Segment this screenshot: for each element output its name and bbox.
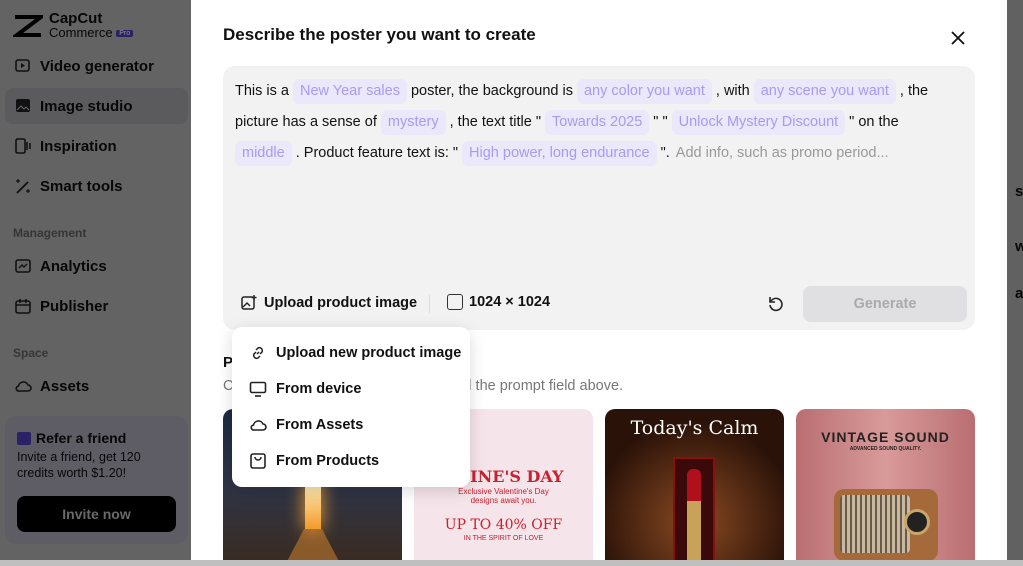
template-card[interactable]: Today's Calm xyxy=(605,409,784,560)
card-offer: UP TO 40% OFF xyxy=(444,517,563,533)
menu-item-from-products[interactable]: From Products xyxy=(249,452,379,470)
prompt-text-segment: " on the xyxy=(849,114,899,130)
sidebar: CapCut Commerce Pro Video generator Image… xyxy=(0,0,191,566)
radio-graphic xyxy=(834,489,938,560)
prompt-text-segment: " " xyxy=(653,114,668,130)
sidebar-item-label: Smart tools xyxy=(40,177,123,195)
upload-label: Upload product image xyxy=(264,295,418,311)
sidebar-item-label: Analytics xyxy=(40,257,107,275)
video-play-icon xyxy=(15,59,30,72)
lipstick-graphic xyxy=(673,457,715,560)
prompt-text-segment: , with xyxy=(715,83,750,99)
refresh-icon[interactable] xyxy=(767,295,785,313)
pro-badge: Pro xyxy=(116,30,134,38)
modal-title: Describe the poster you want to create xyxy=(223,25,536,44)
prompt-text-segment: , the text title " xyxy=(449,114,542,130)
capcut-commerce-logo[interactable]: CapCut Commerce Pro xyxy=(13,10,134,40)
sidebar-item-assets[interactable]: Assets xyxy=(5,368,188,404)
refer-title: Refer a friend xyxy=(36,430,127,446)
prompt-chip[interactable]: Unlock Mystery Discount xyxy=(671,110,846,135)
card-tag: IN THE SPIRIT OF LOVE xyxy=(463,535,544,542)
refer-text: Invite a friend, get 120 credits worth $… xyxy=(17,450,141,480)
card-subtext: ADVANCED SOUND QUALITY. xyxy=(849,446,922,452)
road-graphic xyxy=(283,529,343,560)
sidebar-item-publisher[interactable]: Publisher xyxy=(5,288,188,324)
background-text: s xyxy=(1015,183,1023,200)
gift-icon xyxy=(17,431,31,445)
divider xyxy=(429,295,430,313)
upload-dropdown-menu: Upload new product image From device Fro… xyxy=(232,327,470,487)
menu-item-label: From Assets xyxy=(276,417,364,433)
cloud-icon xyxy=(15,381,32,392)
prompt-text-segment: ". xyxy=(660,145,670,161)
card-heading: VINTAGE SOUND xyxy=(821,429,950,445)
sidebar-item-video-generator[interactable]: Video generator xyxy=(5,48,188,84)
inspiration-icon xyxy=(15,138,31,154)
bag-icon xyxy=(250,453,266,469)
prompt-text-segment: This is a xyxy=(235,83,289,99)
card-subtext: Exclusive Valentine's Day designs await … xyxy=(458,487,549,505)
prompt-box[interactable]: This is a New Year sales poster, the backg… xyxy=(223,66,975,330)
invite-now-button[interactable]: Invite now xyxy=(17,496,176,532)
section-label-space: Space xyxy=(13,346,49,360)
menu-item-upload-new[interactable]: Upload new product image xyxy=(249,344,461,362)
sidebar-item-label: Inspiration xyxy=(40,137,117,155)
menu-item-label: Upload new product image xyxy=(276,345,462,361)
menu-item-from-device[interactable]: From device xyxy=(249,380,361,398)
prompt-chip[interactable]: any color you want xyxy=(576,79,712,104)
prompt-chip[interactable]: middle xyxy=(235,141,292,166)
section-label-management: Management xyxy=(13,226,87,240)
menu-item-label: From Products xyxy=(276,453,380,469)
sidebar-item-label: Publisher xyxy=(40,297,109,315)
menu-item-from-assets[interactable]: From Assets xyxy=(249,416,363,434)
prompt-text[interactable]: This is a New Year sales poster, the backg… xyxy=(235,76,963,169)
square-ratio-icon xyxy=(447,294,463,310)
sidebar-item-label: Image studio xyxy=(40,97,133,115)
generate-button[interactable]: Generate xyxy=(803,286,967,322)
card-heading: Today's Calm xyxy=(630,417,759,439)
upload-product-image-button[interactable]: Upload product image xyxy=(240,294,417,312)
monitor-icon xyxy=(249,381,267,397)
background-bottom xyxy=(0,560,1023,566)
close-icon[interactable] xyxy=(949,29,967,47)
sidebar-item-label: Assets xyxy=(40,377,90,395)
background-text: ws xyxy=(1015,238,1023,255)
background-text: a xyxy=(1015,285,1023,302)
aspect-ratio-selector[interactable]: 1024 × 1024 xyxy=(447,294,550,310)
refer-card: Refer a friend Invite a friend, get 120 … xyxy=(5,416,188,544)
sidebar-item-analytics[interactable]: Analytics xyxy=(5,248,188,284)
prompt-chip[interactable]: High power, long endurance xyxy=(462,141,657,166)
link-icon xyxy=(252,346,264,360)
prompt-placeholder[interactable]: Add info, such as promo period... xyxy=(676,145,889,161)
sidebar-item-image-studio[interactable]: Image studio xyxy=(5,88,188,124)
capcut-logo-icon xyxy=(13,15,43,38)
prompt-chip[interactable]: Towards 2025 xyxy=(545,110,650,135)
calendar-icon xyxy=(15,299,31,314)
magic-wand-icon xyxy=(16,179,30,194)
menu-item-label: From device xyxy=(276,381,362,397)
section-description-right: -fill the prompt field above. xyxy=(453,378,624,394)
sidebar-item-smart-tools[interactable]: Smart tools xyxy=(5,168,188,204)
cloud-icon xyxy=(250,420,267,431)
prompt-text-segment: . Product feature text is: " xyxy=(295,145,459,161)
background-page: s ws a xyxy=(1007,0,1023,566)
prompt-chip[interactable]: any scene you want xyxy=(753,79,896,104)
prompt-chip[interactable]: mystery xyxy=(380,110,446,135)
sidebar-item-label: Video generator xyxy=(40,57,154,75)
sidebar-item-inspiration[interactable]: Inspiration xyxy=(5,128,188,164)
logo-subtext: Commerce xyxy=(49,25,113,40)
prompt-chip[interactable]: New Year sales xyxy=(293,79,407,104)
logo-text: CapCut xyxy=(49,10,103,27)
prompt-text-segment: poster, the background is xyxy=(410,83,573,99)
image-icon xyxy=(16,99,30,112)
template-card[interactable]: VINTAGE SOUND ADVANCED SOUND QUALITY. xyxy=(796,409,975,560)
chart-icon xyxy=(15,259,31,273)
ratio-label: 1024 × 1024 xyxy=(469,294,551,310)
image-upload-icon xyxy=(241,295,257,310)
